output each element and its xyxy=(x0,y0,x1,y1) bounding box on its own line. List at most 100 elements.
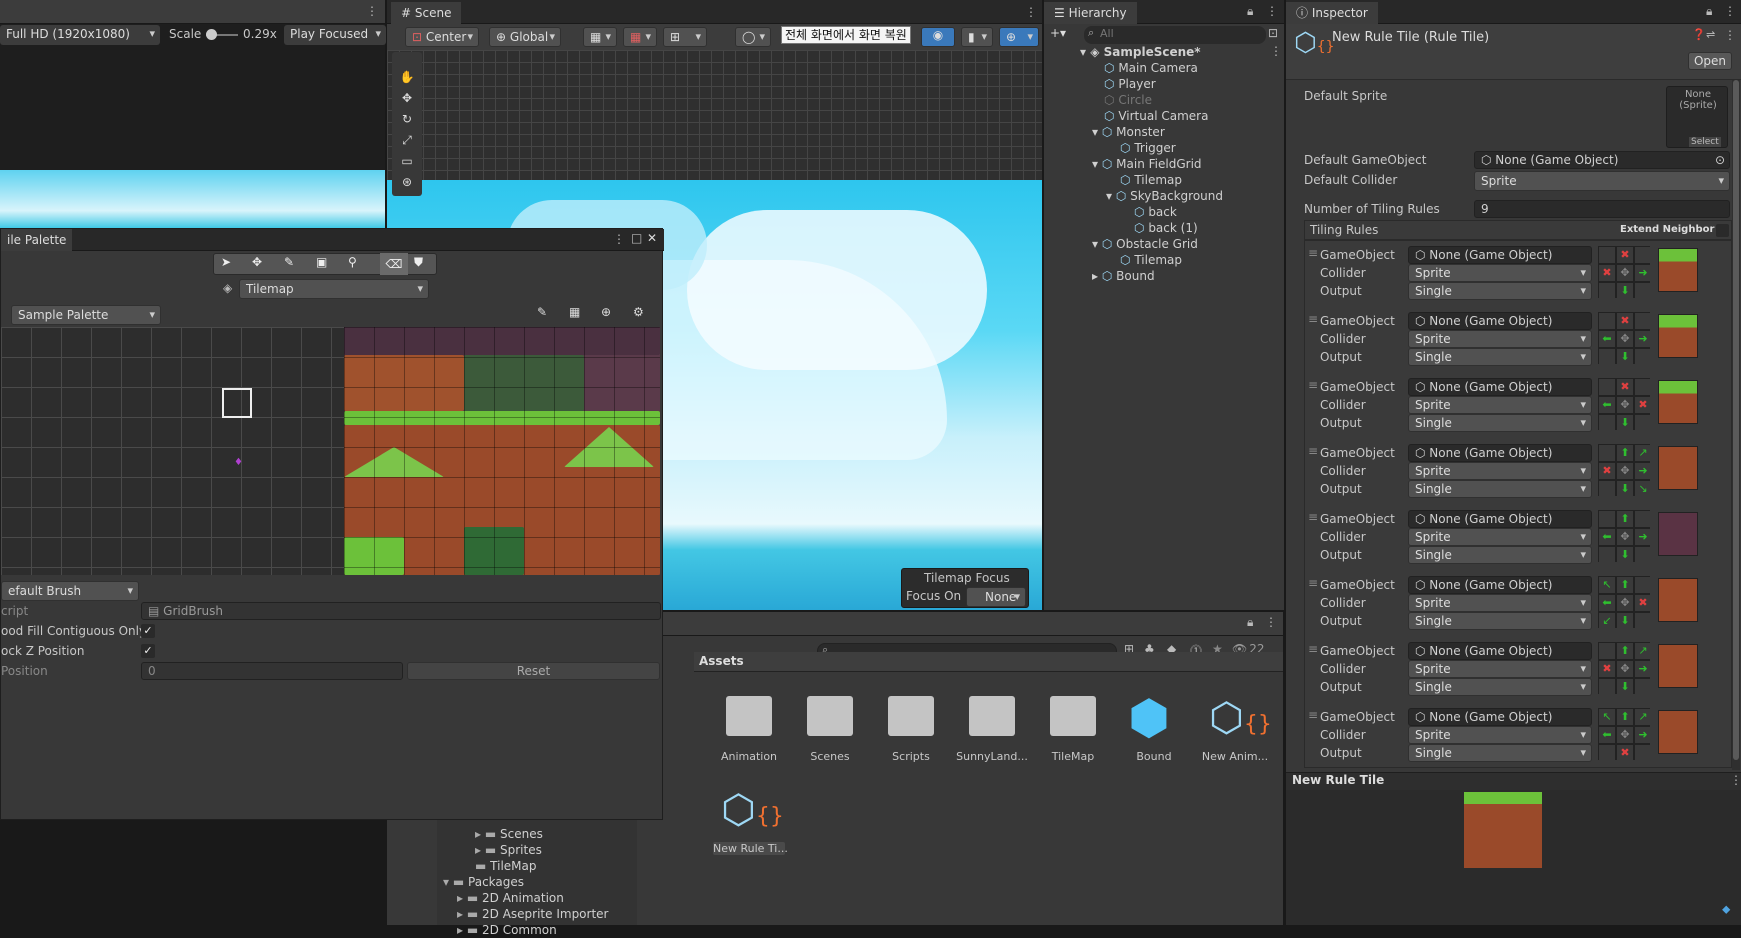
rule-gameobject-field[interactable]: ⬡ None (Game Object) xyxy=(1408,510,1592,528)
rule-sprite-thumbnail[interactable] xyxy=(1658,380,1698,424)
rule-gameobject-field[interactable]: ⬡ None (Game Object) xyxy=(1408,312,1592,330)
palette-grid[interactable]: ♦ xyxy=(1,327,344,575)
rule-output-dropdown[interactable]: Single xyxy=(1408,546,1592,564)
rule-gameobject-field[interactable]: ⬡ None (Game Object) xyxy=(1408,642,1592,660)
eraser-icon[interactable]: ⌫ xyxy=(380,253,408,275)
expand-arrow-icon[interactable]: ▸ xyxy=(1092,269,1098,283)
drag-handle-icon[interactable]: ≡ xyxy=(1308,312,1318,326)
hierarchy-item[interactable]: ▸ ⬡ Bound xyxy=(1092,268,1155,284)
scene-filter-icon[interactable]: ⊡ xyxy=(1268,26,1278,40)
increment-snap-dropdown[interactable]: ▦ xyxy=(623,27,657,47)
tab-scene[interactable]: # Scene xyxy=(391,2,462,24)
lock-icon[interactable]: 🔒︎ xyxy=(1706,4,1712,19)
flood-fill-icon[interactable]: ⛊ xyxy=(414,255,423,270)
hierarchy-item[interactable]: ⬡ Trigger xyxy=(1120,140,1176,156)
hierarchy-search[interactable]: ⌕ xyxy=(1084,26,1266,44)
add-object-icon[interactable]: +▾ xyxy=(1050,26,1066,40)
tree-item[interactable]: ▸ ▬ 2D Common xyxy=(457,922,557,938)
rule-gameobject-field[interactable]: ⬡ None (Game Object) xyxy=(1408,246,1592,264)
drag-handle-icon[interactable]: ≡ xyxy=(1308,378,1318,392)
transform-tool-icon[interactable]: ⊛ xyxy=(397,175,417,193)
palette-more-icon[interactable]: ⋮ xyxy=(613,232,625,246)
lock-icon[interactable]: 🔒︎ xyxy=(1247,4,1253,19)
edit-palette-icon[interactable]: ✎ xyxy=(537,305,547,319)
asset-item[interactable]: ⬢ Bound xyxy=(1114,690,1194,770)
resolution-dropdown[interactable]: Full HD (1920x1080) xyxy=(0,25,160,45)
rule-gameobject-field[interactable]: ⬡ None (Game Object) xyxy=(1408,708,1592,726)
rule-collider-dropdown[interactable]: Sprite xyxy=(1408,396,1592,414)
tree-item[interactable]: ▬ TileMap xyxy=(475,858,537,874)
rule-collider-dropdown[interactable]: Sprite xyxy=(1408,660,1592,678)
neighbor-grid[interactable]: ↖ ⬆ ↗ ⬅ ✥ ➜ ✖ xyxy=(1598,708,1651,761)
box-fill-icon[interactable]: ▣ xyxy=(316,255,327,269)
scene-more-icon[interactable]: ⋮ xyxy=(1025,5,1037,19)
asset-item[interactable]: TileMap xyxy=(1033,690,1113,770)
tree-item[interactable]: ▸ ▬ 2D Animation xyxy=(457,890,564,906)
drag-handle-icon[interactable]: ≡ xyxy=(1308,444,1318,458)
rule-output-dropdown[interactable]: Single xyxy=(1408,678,1592,696)
hierarchy-item[interactable]: ▾ ⬡ SkyBackground xyxy=(1106,188,1223,204)
preview-more-icon[interactable]: ⋮ xyxy=(1730,773,1741,787)
tab-tile-palette[interactable]: ile Palette xyxy=(1,229,73,251)
project-more-icon[interactable]: ⋮ xyxy=(1265,615,1277,629)
neighbor-grid[interactable]: ⬆ ↗ ✖ ✥ ➜ ⬇ ↘ xyxy=(1598,444,1651,497)
inspector-more-icon[interactable]: ⋮ xyxy=(1724,4,1736,18)
move-tool-icon[interactable]: ✥ xyxy=(397,91,417,109)
visibility-toggle-button[interactable]: ◉ xyxy=(921,27,955,47)
space-dropdown[interactable]: ⊕ Global xyxy=(489,27,561,47)
hierarchy-search-input[interactable] xyxy=(1100,27,1250,40)
draw-mode-dropdown[interactable]: ◯ xyxy=(735,27,771,47)
scale-slider[interactable] xyxy=(206,29,238,40)
scene-grid[interactable] xyxy=(387,50,1042,180)
default-sprite-field[interactable]: None (Sprite) Select xyxy=(1666,86,1728,148)
focus-on-dropdown[interactable]: None xyxy=(966,587,1026,607)
drag-handle-icon[interactable]: ≡ xyxy=(1308,510,1318,524)
drag-handle-icon[interactable]: ≡ xyxy=(1308,708,1318,722)
neighbor-grid[interactable]: ✖ ⬅ ✥ ➜ ⬇ xyxy=(1598,312,1651,365)
rule-gameobject-field[interactable]: ⬡ None (Game Object) xyxy=(1408,576,1592,594)
tree-item[interactable]: ▸ ▬ 2D Aseprite Importer xyxy=(457,906,608,922)
close-icon[interactable]: ✕ xyxy=(647,231,657,245)
asset-item[interactable]: SunnyLand... xyxy=(952,690,1032,770)
rule-sprite-thumbnail[interactable] xyxy=(1658,644,1698,688)
rule-output-dropdown[interactable]: Single xyxy=(1408,612,1592,630)
inspector-scrollbar[interactable] xyxy=(1732,80,1740,770)
neighbor-grid[interactable]: ⬆ ⬅ ✥ ➜ ⬇ xyxy=(1598,510,1651,563)
grid-toggle-icon[interactable]: ▦ xyxy=(569,305,580,319)
rule-output-dropdown[interactable]: Single xyxy=(1408,348,1592,366)
scale-slider-handle[interactable] xyxy=(206,29,217,40)
component-more-icon[interactable]: ⋮ xyxy=(1724,28,1736,42)
expand-arrow-icon[interactable]: ▾ xyxy=(1092,157,1098,171)
settings-icon[interactable]: ⚙ xyxy=(633,305,644,319)
hierarchy-item[interactable]: ⬡ Tilemap xyxy=(1120,252,1182,268)
open-button[interactable]: Open xyxy=(1688,52,1732,70)
rule-collider-dropdown[interactable]: Sprite xyxy=(1408,330,1592,348)
hierarchy-item[interactable]: ▾ ⬡ Monster xyxy=(1092,124,1165,140)
rule-collider-dropdown[interactable]: Sprite xyxy=(1408,726,1592,744)
lock-z-checkbox[interactable]: ✓ xyxy=(141,644,155,658)
asset-bundle-icon[interactable]: ⬥ xyxy=(1722,902,1730,917)
paint-brush-icon[interactable]: ✎ xyxy=(284,255,294,269)
asset-item[interactable]: Animation xyxy=(709,690,789,770)
gizmos-dropdown[interactable]: ⊕ xyxy=(999,27,1039,47)
default-collider-dropdown[interactable]: Sprite xyxy=(1474,171,1730,191)
neighbor-grid[interactable]: ⬆ ↗ ✖ ✥ ➜ ⬇ xyxy=(1598,642,1651,695)
select-tool-icon[interactable]: ➤ xyxy=(221,255,231,269)
rule-collider-dropdown[interactable]: Sprite xyxy=(1408,528,1592,546)
active-tilemap-dropdown[interactable]: Tilemap xyxy=(239,279,429,299)
extend-neighbor-checkbox[interactable] xyxy=(1716,224,1729,237)
brush-dropdown[interactable]: efault Brush xyxy=(1,581,139,601)
hierarchy-item[interactable]: ⬡ back xyxy=(1134,204,1177,220)
asset-item[interactable]: Scenes xyxy=(790,690,870,770)
expand-arrow-icon[interactable]: ▾ xyxy=(1106,189,1112,203)
lock-icon[interactable]: 🔒︎ xyxy=(1247,615,1253,630)
rule-output-dropdown[interactable]: Single xyxy=(1408,744,1592,762)
palette-tiles[interactable] xyxy=(344,327,660,575)
tree-item[interactable]: ▾ ▬ Packages xyxy=(443,874,524,890)
hierarchy-item[interactable]: ▾ ⬡ Main FieldGrid xyxy=(1092,156,1202,172)
rule-gameobject-field[interactable]: ⬡ None (Game Object) xyxy=(1408,444,1592,462)
pivot-dropdown[interactable]: ⊡ Center xyxy=(405,27,479,47)
drag-handle-icon[interactable]: ≡ xyxy=(1308,642,1318,656)
scale-tool-icon[interactable]: ⤢ xyxy=(397,133,417,151)
flood-fill-checkbox[interactable]: ✓ xyxy=(141,624,155,638)
